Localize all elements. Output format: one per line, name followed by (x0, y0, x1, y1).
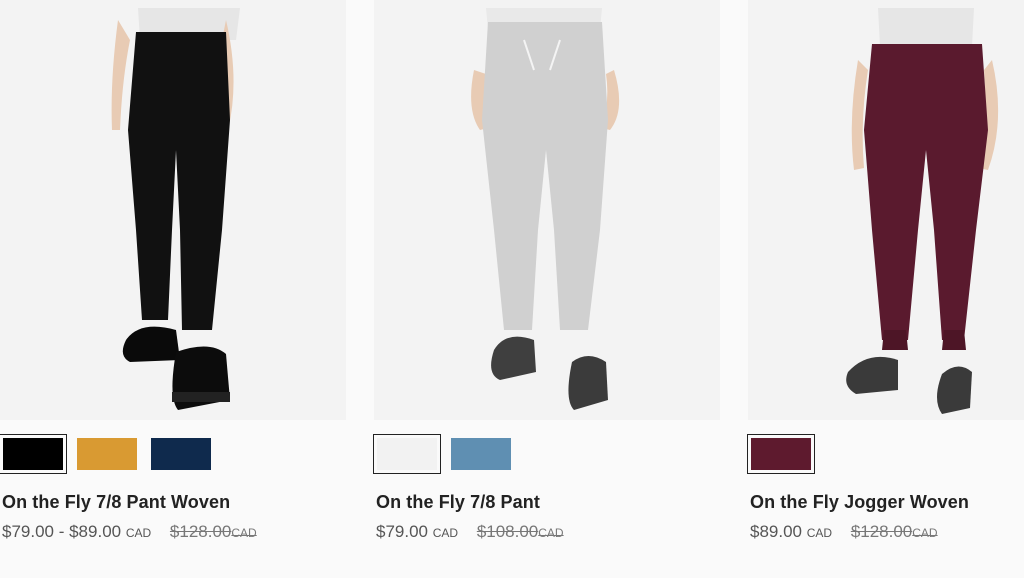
original-currency: CAD (912, 526, 938, 540)
sale-price: $79.00 (376, 522, 428, 541)
grey-pant-photo (374, 0, 720, 420)
original-price-value: $128.00 (169, 522, 232, 541)
product-name[interactable]: On the Fly Jogger Woven (750, 489, 1024, 516)
swatch-navy[interactable] (151, 438, 211, 470)
burgundy-jogger-photo (748, 0, 1024, 420)
color-swatches (747, 434, 1024, 474)
swatch-gold[interactable] (77, 438, 137, 470)
swatch-burgundy[interactable] (747, 434, 815, 474)
original-price: $108.00CAD (477, 522, 564, 541)
product-image[interactable] (374, 0, 720, 420)
product-card[interactable]: On the Fly 7/8 Pant $79.00 CAD $108.00CA… (373, 0, 720, 542)
original-currency: CAD (538, 526, 564, 540)
original-currency: CAD (231, 526, 257, 540)
product-name[interactable]: On the Fly 7/8 Pant Woven (2, 489, 346, 516)
sale-price: $89.00 (750, 522, 802, 541)
sale-currency: CAD (432, 526, 459, 540)
sale-price: $79.00 - $89.00 (2, 522, 122, 541)
original-price: $128.00CAD (851, 522, 938, 541)
product-card[interactable]: On the Fly Jogger Woven $89.00 CAD $128.… (747, 0, 1024, 542)
sale-currency: CAD (125, 526, 152, 540)
sale-currency: CAD (806, 526, 833, 540)
product-grid: On the Fly 7/8 Pant Woven $79.00 - $89.0… (0, 0, 1024, 578)
color-swatches (373, 434, 720, 474)
product-price: $89.00 CAD $128.00CAD (750, 522, 1024, 542)
product-image[interactable] (748, 0, 1024, 420)
swatch-black[interactable] (0, 434, 67, 474)
swatch-blue[interactable] (451, 438, 511, 470)
product-price: $79.00 - $89.00 CAD $128.00CAD (2, 522, 346, 542)
original-price-value: $128.00 (850, 522, 913, 541)
original-price-value: $108.00 (476, 522, 539, 541)
swatch-heathered-white[interactable] (373, 434, 441, 474)
original-price: $128.00CAD (170, 522, 257, 541)
product-image[interactable] (0, 0, 346, 420)
product-price: $79.00 CAD $108.00CAD (376, 522, 720, 542)
product-card[interactable]: On the Fly 7/8 Pant Woven $79.00 - $89.0… (0, 0, 346, 542)
product-name[interactable]: On the Fly 7/8 Pant (376, 489, 720, 516)
black-pant-photo (0, 0, 346, 420)
color-swatches (0, 434, 346, 474)
